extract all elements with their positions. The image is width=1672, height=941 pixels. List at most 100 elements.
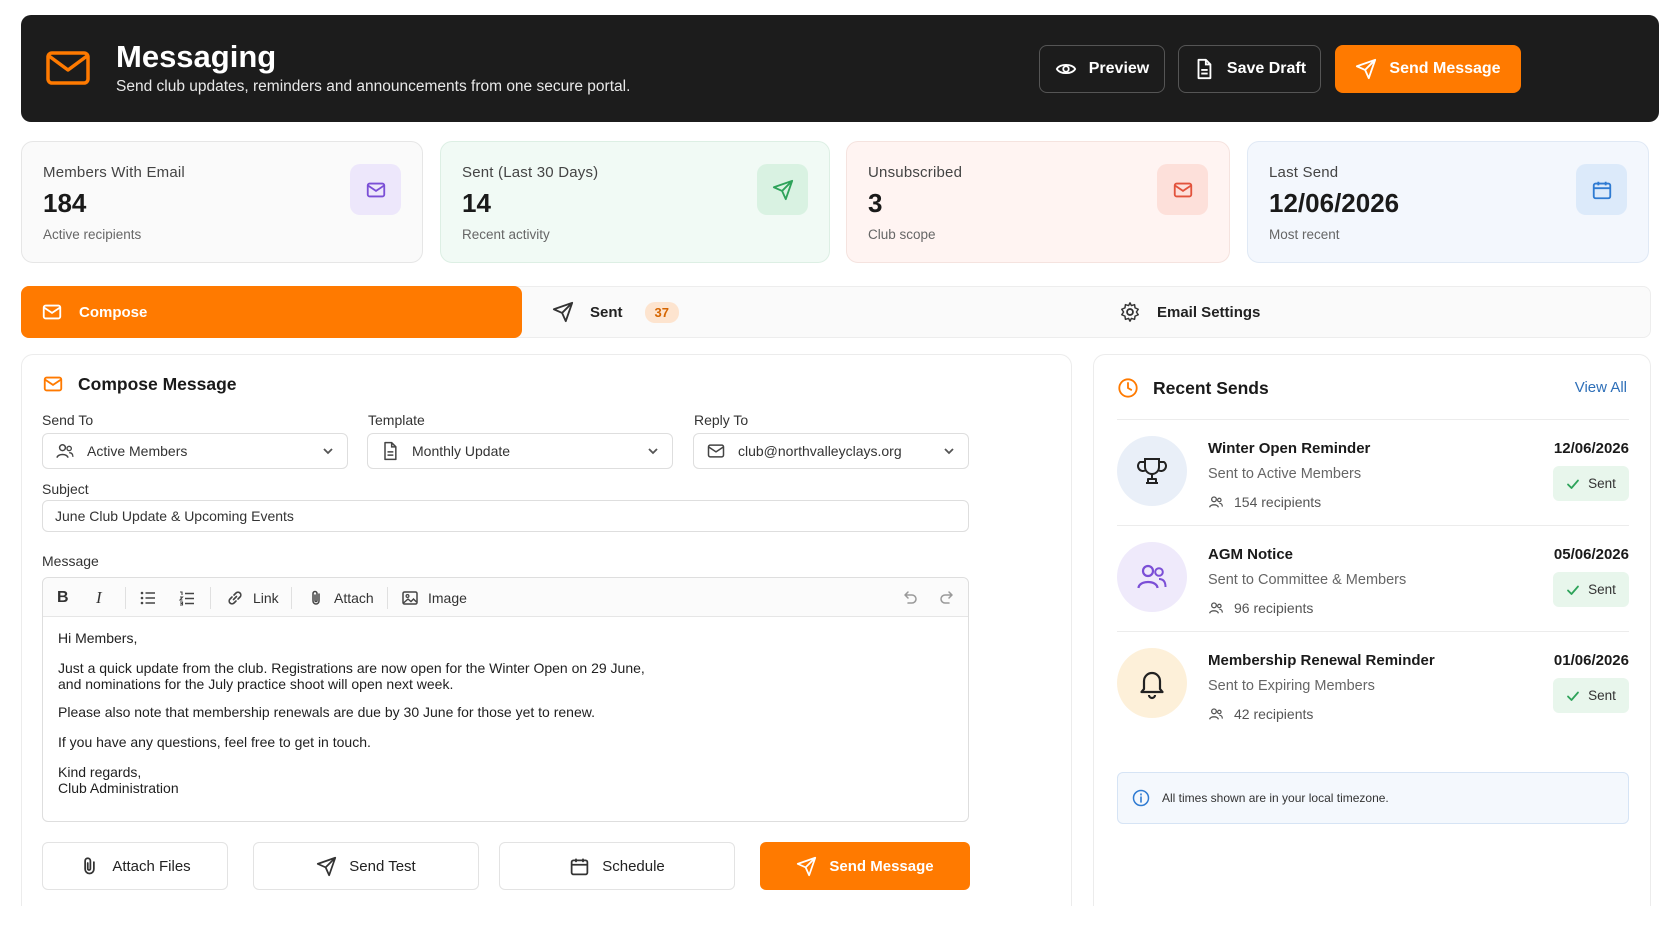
italic-icon: I [96, 587, 102, 607]
stat-card-unsubscribed: Unsubscribed 3 Club scope [846, 141, 1230, 263]
signoff-line: Club Administration [58, 780, 179, 796]
italic-button[interactable]: I [96, 578, 102, 617]
undo-button[interactable] [901, 578, 919, 617]
save-draft-button[interactable]: Save Draft [1178, 45, 1321, 93]
mail-icon [41, 301, 63, 323]
page-subtitle: Send club updates, reminders and announc… [116, 78, 631, 95]
recent-sends-title: Recent Sends [1117, 377, 1269, 399]
recent-send-item[interactable]: Membership Renewal Reminder Sent to Expi… [1117, 632, 1629, 736]
status-badge: Sent [1553, 678, 1629, 713]
tab-bar: Compose Sent 37 Email Settings [21, 286, 1651, 338]
stat-value: 184 [43, 188, 87, 218]
users-icon [1208, 600, 1224, 616]
link-label: Link [253, 589, 279, 606]
stat-sub: Recent activity [462, 227, 550, 242]
preview-button[interactable]: Preview [1039, 45, 1165, 93]
preview-label: Preview [1088, 60, 1150, 77]
message-signoff: Kind regards, Club Administration [58, 764, 645, 796]
attach-files-button[interactable]: Attach Files [42, 842, 228, 890]
reply-to-select[interactable]: club@northvalleyclays.org [693, 433, 969, 469]
bold-button[interactable]: B [57, 578, 69, 617]
message-line: and nominations for the July practice sh… [58, 676, 454, 692]
attach-button[interactable]: Attach [307, 578, 374, 617]
recipients-count: 96 recipients [1234, 600, 1314, 616]
recent-send-title: Winter Open Reminder [1208, 440, 1371, 457]
subject-input[interactable] [42, 500, 969, 532]
numbered-list-button[interactable] [178, 578, 196, 617]
recent-send-item[interactable]: Winter Open Reminder Sent to Active Memb… [1117, 420, 1629, 524]
stat-label: Unsubscribed [868, 164, 963, 181]
link-button[interactable]: Link [226, 578, 279, 617]
mail-icon [1157, 164, 1208, 215]
bullet-list-button[interactable] [139, 578, 157, 617]
tab-compose-label: Compose [79, 303, 148, 321]
users-icon [1208, 494, 1224, 510]
schedule-button[interactable]: Schedule [499, 842, 735, 890]
tab-sent[interactable]: Sent 37 [552, 287, 679, 337]
stat-sub: Club scope [868, 227, 936, 242]
paperclip-icon [79, 856, 100, 877]
status-badge: Sent [1553, 572, 1629, 607]
send-icon [757, 164, 808, 215]
recent-send-date: 12/06/2026 [1553, 440, 1629, 457]
recent-sends-title-text: Recent Sends [1153, 377, 1269, 398]
recent-send-date: 01/06/2026 [1553, 652, 1629, 669]
compose-title: Compose Message [42, 373, 237, 395]
message-body[interactable]: Hi Members, Just a quick update from the… [58, 630, 645, 808]
tab-email-settings[interactable]: Email Settings [1119, 287, 1260, 337]
send-icon [1355, 58, 1377, 80]
check-icon [1566, 477, 1580, 491]
message-paragraph: Just a quick update from the club. Regis… [58, 660, 645, 692]
mail-icon [45, 45, 91, 91]
attach-files-label: Attach Files [112, 857, 191, 875]
stat-sub: Most recent [1269, 227, 1340, 242]
redo-icon [938, 589, 956, 607]
undo-icon [901, 589, 919, 607]
tab-compose[interactable]: Compose [21, 286, 522, 338]
calendar-icon [569, 856, 590, 877]
tab-sent-label: Sent [590, 303, 623, 321]
send-to-select[interactable]: Active Members [42, 433, 348, 469]
reply-to-label: Reply To [694, 412, 749, 428]
paperclip-icon [307, 589, 325, 607]
attach-label: Attach [334, 589, 374, 606]
stat-card-last-send: Last Send 12/06/2026 Most recent [1247, 141, 1649, 263]
calendar-icon [1576, 164, 1627, 215]
link-icon [226, 589, 244, 607]
send-message-button[interactable]: Send Message [1335, 45, 1521, 93]
redo-button[interactable] [938, 578, 956, 617]
compose-panel: Compose Message Send To Active Members T… [21, 354, 1072, 906]
recent-send-item[interactable]: AGM Notice Sent to Committee & Members 9… [1117, 526, 1629, 630]
sent-count-badge: 37 [644, 301, 679, 323]
mail-icon [42, 373, 64, 395]
reply-to-value: club@northvalleyclays.org [738, 443, 902, 459]
image-button[interactable]: Image [401, 578, 467, 617]
timezone-note-text: All times shown are in your local timezo… [1162, 791, 1389, 805]
send-icon [316, 856, 337, 877]
recent-send-sub: Sent to Active Members [1208, 466, 1362, 482]
send-message-button[interactable]: Send Message [760, 842, 970, 890]
chevron-down-icon [942, 444, 956, 458]
message-paragraph: If you have any questions, feel free to … [58, 734, 371, 750]
template-select[interactable]: Monthly Update [367, 433, 673, 469]
chevron-down-icon [646, 444, 660, 458]
recent-send-sub: Sent to Committee & Members [1208, 572, 1407, 588]
stat-sub: Active recipients [43, 227, 142, 242]
stat-label: Sent (Last 30 Days) [462, 164, 599, 181]
send-message-label: Send Message [1389, 60, 1501, 77]
recipients-count: 42 recipients [1234, 706, 1314, 722]
status-label: Sent [1588, 476, 1616, 491]
send-to-value: Active Members [87, 443, 188, 459]
stat-card-members: Members With Email 184 Active recipients [21, 141, 423, 263]
page-title: Messaging [116, 39, 277, 74]
mail-icon [350, 164, 401, 215]
recent-sends-panel: Recent Sends View All Winter Open Remind… [1093, 354, 1651, 906]
check-icon [1566, 583, 1580, 597]
page-header: Messaging Send club updates, reminders a… [21, 15, 1659, 122]
send-test-button[interactable]: Send Test [253, 842, 479, 890]
message-editor[interactable]: B I Link Attach Image Hi Members, Just a… [42, 577, 969, 822]
send-icon [796, 856, 817, 877]
view-all-link[interactable]: View All [1575, 379, 1627, 396]
users-icon [1208, 706, 1224, 722]
recent-send-date: 05/06/2026 [1553, 546, 1629, 563]
